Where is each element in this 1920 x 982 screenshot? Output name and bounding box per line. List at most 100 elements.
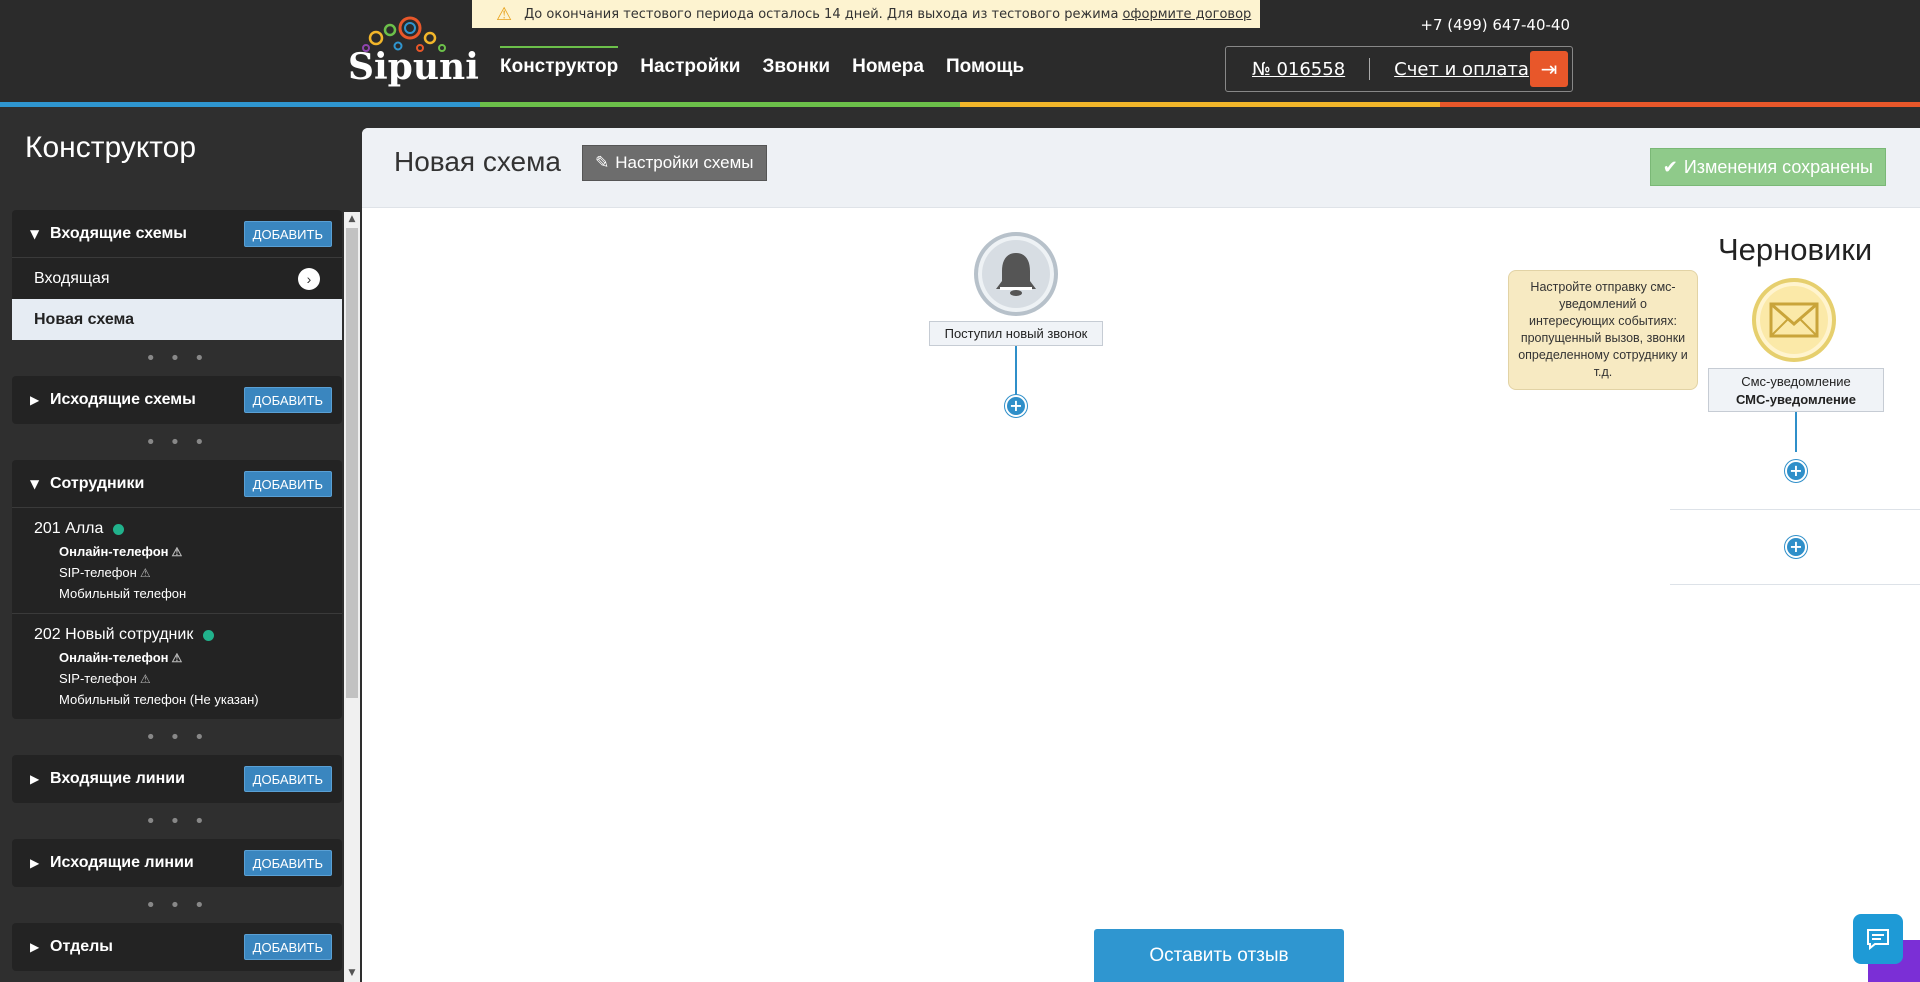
triangle-right-icon: ▶ — [30, 940, 40, 954]
account-number-link[interactable]: № 016558 — [1252, 59, 1345, 80]
panel-incoming-schemes: ▼ Входящие схемы ДОБАВИТЬ Входящая › Нов… — [12, 210, 342, 340]
pencil-icon: ✎ — [595, 153, 610, 172]
trial-text: До окончания тестового периода осталось … — [524, 6, 1119, 22]
device-label: Онлайн-телефон — [59, 650, 169, 665]
add-employee-button[interactable]: ДОБАВИТЬ — [243, 471, 332, 497]
scheme-item-selected[interactable]: Новая схема — [12, 299, 342, 340]
scrollbar-thumb[interactable] — [346, 228, 358, 698]
device-label: Мобильный телефон (Не указан) — [59, 692, 259, 707]
billing-link[interactable]: Счет и оплата — [1394, 59, 1529, 80]
online-status-dot — [113, 523, 125, 535]
warning-icon: ⚠ — [171, 545, 183, 559]
employee-name: 201 Алла — [34, 520, 342, 538]
nav-help[interactable]: Помощь — [946, 56, 1024, 82]
scheme-editor: Новая схема ✎ Настройки схемы ✔ Изменени… — [362, 128, 1920, 982]
panel-title: Отделы — [50, 938, 113, 955]
add-outgoing-scheme-button[interactable]: ДОБАВИТЬ — [243, 387, 332, 413]
triangle-down-icon: ▼ — [30, 226, 40, 241]
panel-departments: ▶ Отделы ДОБАВИТЬ — [12, 923, 342, 971]
logout-button[interactable]: ⇥ — [1530, 51, 1568, 87]
device-sip-phone[interactable]: SIP-телефон ⚠ — [59, 671, 342, 686]
device-label: SIP-телефон — [59, 671, 137, 686]
panel-incoming-lines: ▶ Входящие линии ДОБАВИТЬ — [12, 755, 342, 803]
warning-icon: ⚠ — [171, 651, 183, 665]
start-node-label[interactable]: Поступил новый звонок — [929, 321, 1103, 346]
device-online-phone[interactable]: Онлайн-телефон ⚠ — [59, 650, 342, 665]
panel-employees: ▼ Сотрудники ДОБАВИТЬ 201 Алла Онлайн-те… — [12, 460, 342, 719]
chat-icon — [1867, 929, 1889, 951]
scheme-item-label: Новая схема — [34, 310, 135, 328]
envelope-icon — [1769, 302, 1819, 338]
divider — [1670, 509, 1920, 510]
device-sip-phone[interactable]: SIP-телефон ⚠ — [59, 565, 342, 580]
employee-item[interactable]: 201 Алла Онлайн-телефон ⚠ SIP-телефон ⚠ Мо… — [12, 508, 342, 614]
logout-icon: ⇥ — [1540, 57, 1558, 81]
scheme-item[interactable]: Входящая › — [12, 258, 342, 299]
scheme-header: Новая схема ✎ Настройки схемы ✔ Изменени… — [362, 128, 1920, 208]
device-mobile-phone[interactable]: Мобильный телефон — [59, 586, 342, 601]
add-outgoing-line-button[interactable]: ДОБАВИТЬ — [243, 850, 332, 876]
employee-name: 202 Новый сотрудник — [34, 626, 342, 644]
panel-outgoing-lines: ▶ Исходящие линии ДОБАВИТЬ — [12, 839, 342, 887]
panel-header[interactable]: ▼ Сотрудники ДОБАВИТЬ — [12, 460, 342, 508]
warning-icon: ⚠ — [139, 672, 151, 686]
scroll-down-icon[interactable]: ▼ — [344, 968, 360, 982]
sms-node[interactable] — [1752, 278, 1836, 362]
logo-text: Sipuni — [348, 46, 479, 88]
sidebar-title: Конструктор — [25, 131, 197, 164]
connector-line — [1795, 412, 1797, 452]
separator-dots: • • • — [145, 347, 209, 369]
panel-header[interactable]: ▼ Входящие схемы ДОБАВИТЬ — [12, 210, 342, 258]
sms-tip: Настройте отправку смс-уведомлений о инт… — [1508, 270, 1698, 390]
panel-header[interactable]: ▶ Исходящие схемы ДОБАВИТЬ — [12, 376, 342, 424]
employee-item[interactable]: 202 Новый сотрудник Онлайн-телефон ⚠ SIP-… — [12, 614, 342, 719]
bell-icon — [996, 253, 1036, 296]
nav-calls[interactable]: Звонки — [763, 56, 831, 82]
main-nav: Конструктор Настройки Звонки Номера Помо… — [500, 46, 1024, 82]
logo[interactable]: Sipuni — [346, 16, 479, 90]
device-online-phone[interactable]: Онлайн-телефон ⚠ — [59, 544, 342, 559]
warning-icon: ⚠ — [139, 566, 151, 580]
chevron-right-icon[interactable]: › — [298, 268, 320, 290]
divider — [1369, 58, 1371, 80]
triangle-right-icon: ▶ — [30, 772, 40, 786]
panel-title: Исходящие схемы — [50, 391, 196, 408]
account-box: № 016558 Счет и оплата ⇥ — [1225, 46, 1573, 92]
add-incoming-scheme-button[interactable]: ДОБАВИТЬ — [243, 221, 332, 247]
scheme-settings-button[interactable]: ✎ Настройки схемы — [582, 145, 767, 181]
add-draft-button[interactable]: + — [1785, 536, 1807, 558]
chat-button[interactable] — [1853, 914, 1903, 964]
scroll-up-icon[interactable]: ▲ — [344, 214, 360, 228]
panel-outgoing-schemes: ▶ Исходящие схемы ДОБАВИТЬ — [12, 376, 342, 424]
add-step-button[interactable]: + — [1005, 395, 1027, 417]
separator-dots: • • • — [145, 431, 209, 453]
add-step-button[interactable]: + — [1785, 460, 1807, 482]
sms-node-name: СМС-уведомление — [1735, 392, 1857, 407]
panel-title: Сотрудники — [50, 474, 145, 492]
panel-title: Входящие линии — [50, 770, 185, 787]
device-label: Мобильный телефон — [59, 586, 187, 601]
panel-header[interactable]: ▶ Отделы ДОБАВИТЬ — [12, 923, 342, 971]
add-department-button[interactable]: ДОБАВИТЬ — [243, 934, 332, 960]
sms-node-label[interactable]: Смс-уведомление СМС-уведомление — [1708, 368, 1884, 412]
nav-numbers[interactable]: Номера — [852, 56, 924, 82]
feedback-button[interactable]: Оставить отзыв — [1094, 929, 1344, 982]
device-mobile-phone[interactable]: Мобильный телефон (Не указан) — [59, 692, 342, 707]
sidebar-scrollbar[interactable]: ▲ ▼ — [344, 212, 360, 982]
employee-name-text: 201 Алла — [34, 520, 104, 537]
triangle-right-icon: ▶ — [30, 393, 40, 407]
trial-banner: ⚠ До окончания тестового периода осталос… — [472, 0, 1260, 28]
scheme-settings-label: Настройки схемы — [615, 153, 754, 172]
panel-header[interactable]: ▶ Исходящие линии ДОБАВИТЬ — [12, 839, 342, 887]
scheme-title[interactable]: Новая схема — [394, 146, 561, 178]
online-status-dot — [203, 629, 215, 641]
add-incoming-line-button[interactable]: ДОБАВИТЬ — [243, 766, 332, 792]
incoming-call-node[interactable] — [974, 232, 1058, 316]
contract-link[interactable]: оформите договор — [1122, 7, 1251, 22]
divider — [1670, 584, 1920, 585]
panel-title: Исходящие линии — [50, 854, 194, 871]
panel-header[interactable]: ▶ Входящие линии ДОБАВИТЬ — [12, 755, 342, 803]
saved-status-button[interactable]: ✔ Изменения сохранены — [1649, 148, 1886, 186]
nav-constructor[interactable]: Конструктор — [500, 46, 619, 82]
nav-settings[interactable]: Настройки — [640, 56, 740, 82]
